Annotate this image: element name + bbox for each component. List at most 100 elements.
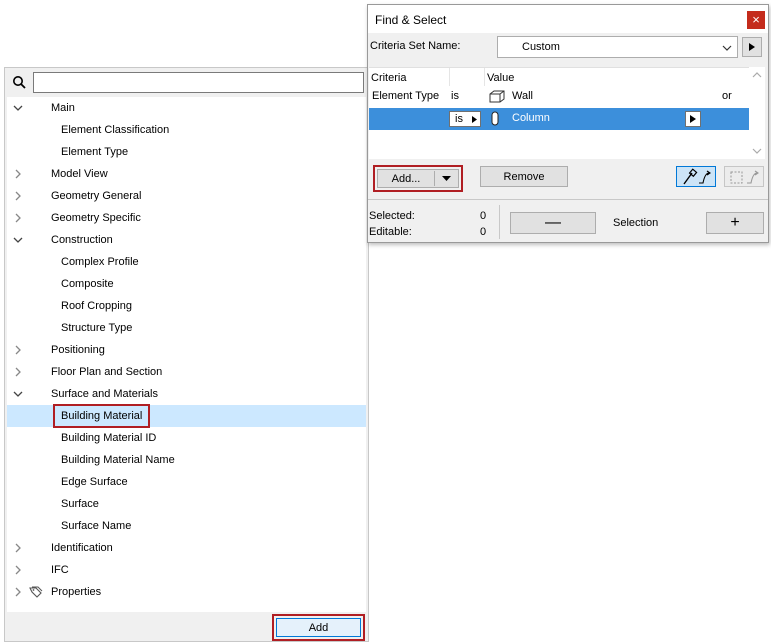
chevron-right-icon[interactable] <box>13 543 23 553</box>
tree-item-label: Construction <box>51 234 113 246</box>
tree-item-label: Floor Plan and Section <box>51 366 163 378</box>
tree-item-composite[interactable]: Composite <box>7 273 366 295</box>
tree-item-building-material-name[interactable]: Building Material Name <box>7 449 366 471</box>
tree-item-ifc[interactable]: IFC <box>7 559 366 581</box>
search-input[interactable] <box>33 72 364 93</box>
close-button[interactable]: × <box>747 11 765 29</box>
chevron-down-icon[interactable] <box>13 389 23 399</box>
triangle-down-icon <box>442 176 451 181</box>
add-criteria-button[interactable]: Add... <box>378 170 434 187</box>
column-separator <box>484 68 485 86</box>
tree-item-complex-profile[interactable]: Complex Profile <box>7 251 366 273</box>
chevron-down-icon[interactable] <box>13 235 23 245</box>
dialog-title: Find & Select <box>375 13 447 27</box>
selection-label: Selection <box>613 217 659 229</box>
chevron-right-icon[interactable] <box>13 345 23 355</box>
tree-item-construction[interactable]: Construction <box>7 229 366 251</box>
tree-item-label: Element Classification <box>61 124 170 136</box>
triangle-right-icon <box>472 116 477 123</box>
criteria-set-select[interactable]: Custom <box>497 36 738 58</box>
tree-item-label: Identification <box>51 542 113 554</box>
column-separator <box>449 68 450 86</box>
chevron-right-icon[interactable] <box>13 213 23 223</box>
tree-item-label: IFC <box>51 564 69 576</box>
criteria-row[interactable]: Element Type is Wall or <box>369 86 749 108</box>
tree-item-element-type[interactable]: Element Type <box>7 141 366 163</box>
tree-item-label: Composite <box>61 278 114 290</box>
eyedropper-tool-button[interactable] <box>676 166 716 187</box>
tree-item-edge-surface[interactable]: Edge Surface <box>7 471 366 493</box>
tree-footer: Add <box>5 612 368 641</box>
tree-item-label: Building Material Name <box>61 454 175 466</box>
add-dropdown-button[interactable] <box>435 170 458 187</box>
tree-item-label: Building Material ID <box>61 432 157 444</box>
tree-item-building-material-id[interactable]: Building Material ID <box>7 427 366 449</box>
criteria-row-selected[interactable]: is Column <box>369 108 749 130</box>
remove-from-selection-button[interactable]: — <box>510 212 596 234</box>
tree-item-model-view[interactable]: Model View <box>7 163 366 185</box>
add-split-button[interactable]: Add... <box>377 169 459 188</box>
tree-item-main[interactable]: Main <box>7 97 366 119</box>
tree-item-structure-type[interactable]: Structure Type <box>7 317 366 339</box>
chevron-down-icon <box>722 45 732 51</box>
remove-button[interactable]: Remove <box>480 166 568 187</box>
value-cell: Column <box>512 112 550 124</box>
tree-item-label: Roof Cropping <box>61 300 132 312</box>
tree-item-roof-cropping[interactable]: Roof Cropping <box>7 295 366 317</box>
tree-item-label: Element Type <box>61 146 129 158</box>
tree-item-label: Geometry General <box>51 190 142 202</box>
criteria-cell: Element Type <box>372 90 440 102</box>
value-menu-button[interactable] <box>685 111 701 127</box>
criteria-tree-panel: Main Element Classification Element Type… <box>4 67 369 642</box>
tree-item-surface[interactable]: Surface <box>7 493 366 515</box>
operator-value: is <box>455 113 463 125</box>
tree-item-label: Surface and Materials <box>51 388 158 400</box>
add-button[interactable]: Add <box>276 618 361 637</box>
marquee-tool-button[interactable] <box>724 166 764 187</box>
chevron-right-icon[interactable] <box>13 587 23 597</box>
tree-item-floor-plan-and-section[interactable]: Floor Plan and Section <box>7 361 366 383</box>
tree-item-geometry-specific[interactable]: Geometry Specific <box>7 207 366 229</box>
chevron-right-icon[interactable] <box>13 191 23 201</box>
search-icon <box>13 76 26 89</box>
tree-item-label: Surface Name <box>61 520 132 532</box>
tree-item-label: Properties <box>51 586 102 598</box>
header-value: Value <box>487 72 515 84</box>
tree-item-geometry-general[interactable]: Geometry General <box>7 185 366 207</box>
scroll-down-icon[interactable] <box>752 147 762 155</box>
criteria-set-label: Criteria Set Name: <box>370 40 461 52</box>
find-select-dialog: Find & Select × Criteria Set Name: Custo… <box>367 4 769 243</box>
tag-icon <box>29 586 43 598</box>
tree-item-label: Model View <box>51 168 108 180</box>
tree-item-surface-and-materials[interactable]: Surface and Materials <box>7 383 366 405</box>
criteria-tree: Main Element Classification Element Type… <box>7 97 366 614</box>
chevron-right-icon[interactable] <box>13 565 23 575</box>
chevron-right-icon[interactable] <box>13 367 23 377</box>
title-bar[interactable]: Find & Select × <box>368 5 768 33</box>
tree-item-properties[interactable]: Properties <box>7 581 366 603</box>
add-button-highlight: Add <box>272 614 365 641</box>
criteria-set-menu-button[interactable] <box>742 37 762 57</box>
or-label: or <box>722 90 732 102</box>
criteria-grid: Criteria Value Element Type is Wall or i… <box>369 67 749 159</box>
tree-item-building-material[interactable]: Building Material <box>7 404 366 428</box>
chevron-right-icon[interactable] <box>13 169 23 179</box>
operator-select[interactable]: is <box>449 111 481 127</box>
triangle-right-icon <box>690 115 696 123</box>
tree-item-label: Building Material <box>52 404 151 428</box>
tree-item-label: Positioning <box>51 344 105 356</box>
tree-item-element-classification[interactable]: Element Classification <box>7 119 366 141</box>
criteria-set-value: Custom <box>522 41 560 53</box>
triangle-right-icon <box>749 42 755 51</box>
tree-item-surface-name[interactable]: Surface Name <box>7 515 366 537</box>
tree-item-identification[interactable]: Identification <box>7 537 366 559</box>
add-to-selection-button[interactable]: + <box>706 212 764 234</box>
scroll-up-icon[interactable] <box>752 71 762 79</box>
chevron-down-icon[interactable] <box>13 103 23 113</box>
tree-item-positioning[interactable]: Positioning <box>7 339 366 361</box>
operator-cell[interactable]: is <box>451 90 459 102</box>
grid-scrollbar[interactable] <box>749 67 765 159</box>
tree-item-label: Surface <box>61 498 99 510</box>
tree-item-label: Edge Surface <box>61 476 128 488</box>
add-split-button-highlight: Add... <box>373 165 463 192</box>
